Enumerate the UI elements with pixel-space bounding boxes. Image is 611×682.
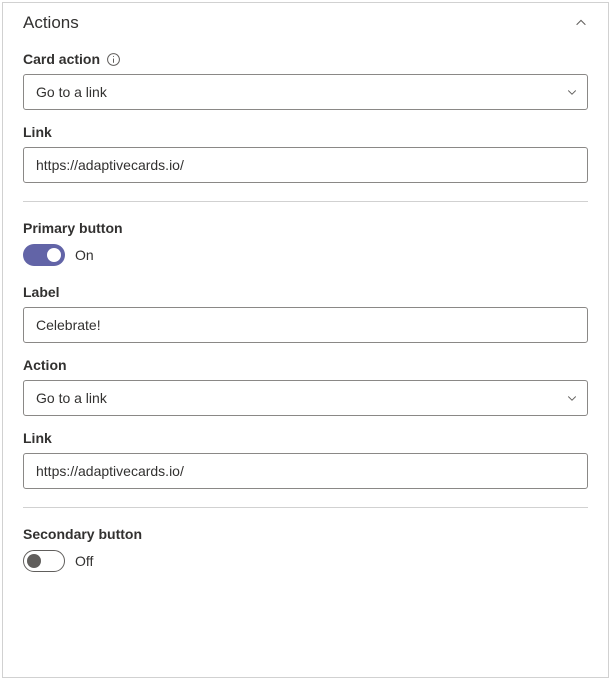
- toggle-knob: [47, 248, 61, 262]
- divider: [23, 201, 588, 202]
- primary-link-group: Link: [23, 430, 588, 489]
- primary-label-group: Label: [23, 284, 588, 343]
- secondary-button-toggle-state: Off: [75, 553, 93, 569]
- primary-button-toggle-row: On: [23, 244, 588, 266]
- primary-action-label: Action: [23, 357, 67, 373]
- primary-link-label: Link: [23, 430, 52, 446]
- card-link-input[interactable]: [23, 147, 588, 183]
- primary-label-label: Label: [23, 284, 60, 300]
- card-link-label: Link: [23, 124, 52, 140]
- card-action-select-input[interactable]: [23, 74, 588, 110]
- secondary-button-section-label: Secondary button: [23, 526, 588, 542]
- actions-panel: Actions Card action: [2, 2, 609, 678]
- primary-button-toggle[interactable]: [23, 244, 65, 266]
- primary-action-select[interactable]: [23, 380, 588, 416]
- chevron-up-icon[interactable]: [574, 16, 588, 30]
- info-icon[interactable]: [106, 52, 121, 67]
- primary-button-toggle-state: On: [75, 247, 94, 263]
- card-action-select[interactable]: [23, 74, 588, 110]
- card-action-group: Card action: [23, 51, 588, 110]
- toggle-knob: [27, 554, 41, 568]
- panel-title: Actions: [23, 13, 79, 33]
- primary-action-select-input[interactable]: [23, 380, 588, 416]
- panel-body: Card action Link Primary: [3, 41, 608, 572]
- primary-action-group: Action: [23, 357, 588, 416]
- card-link-group: Link: [23, 124, 588, 183]
- divider: [23, 507, 588, 508]
- secondary-button-toggle[interactable]: [23, 550, 65, 572]
- primary-button-section-label: Primary button: [23, 220, 588, 236]
- card-action-label: Card action: [23, 51, 100, 67]
- primary-label-input[interactable]: [23, 307, 588, 343]
- primary-link-input[interactable]: [23, 453, 588, 489]
- panel-header[interactable]: Actions: [3, 3, 608, 41]
- secondary-button-toggle-row: Off: [23, 550, 588, 572]
